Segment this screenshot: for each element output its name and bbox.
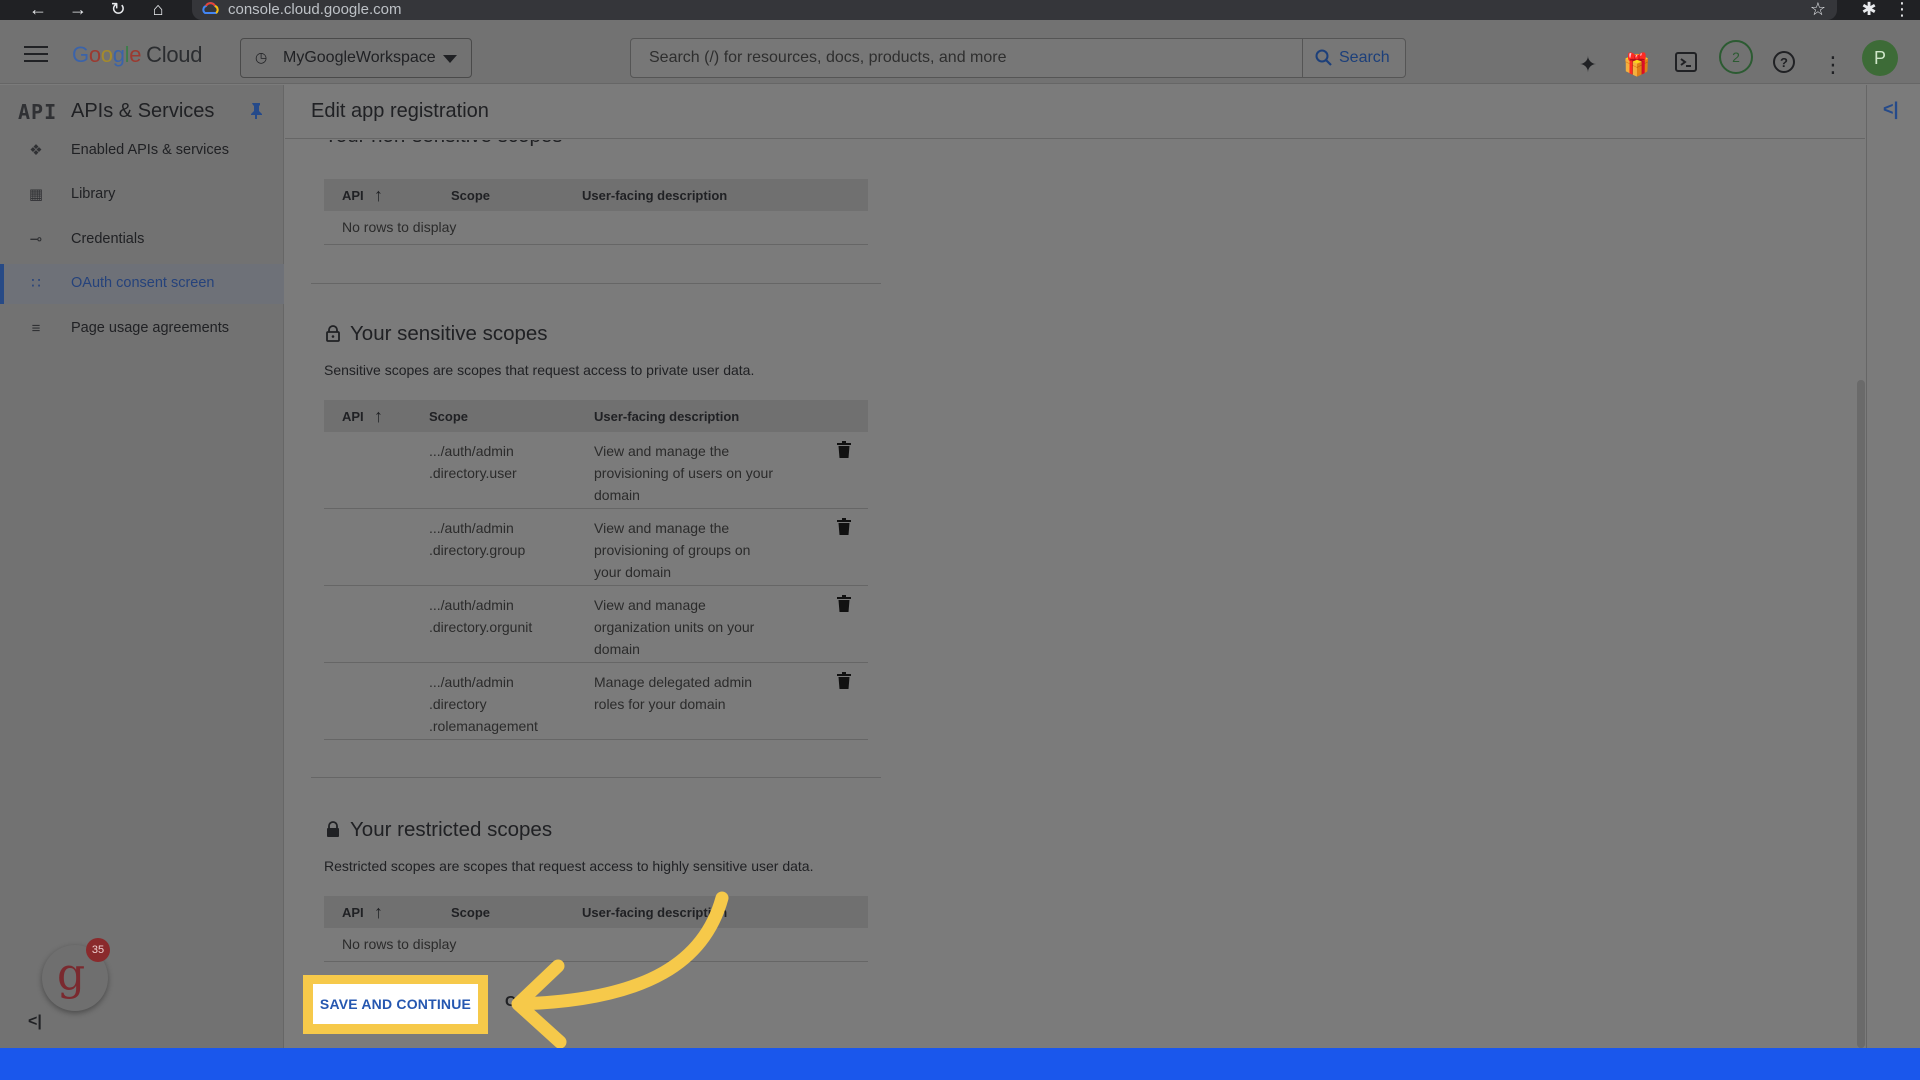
lock-open-outline-icon: [326, 325, 340, 342]
scrollbar-thumb[interactable]: [1857, 380, 1865, 1048]
bottom-blue-bar: [0, 1048, 1920, 1080]
table-row: .../auth/admin .directory.group View and …: [324, 509, 868, 586]
account-avatar[interactable]: P: [1862, 40, 1898, 76]
delete-trash-icon[interactable]: [837, 518, 851, 536]
delete-trash-icon[interactable]: [837, 672, 851, 690]
expand-panel-icon[interactable]: <|: [1883, 99, 1899, 120]
gift-icon[interactable]: 🎁: [1622, 50, 1652, 80]
help-icon[interactable]: ?: [1769, 50, 1799, 80]
lock-icon: [327, 821, 339, 837]
cloud-shell-terminal-icon[interactable]: [1671, 50, 1701, 80]
project-name: MyGoogleWorkspace: [283, 49, 436, 66]
save-and-continue-button[interactable]: SAVE AND CONTINUE: [313, 984, 478, 1024]
sidebar-title: APIs & Services: [71, 100, 215, 122]
restricted-heading: Your restricted scopes: [350, 818, 553, 841]
bookmark-star-icon[interactable]: ☆: [1806, 0, 1830, 20]
sidebar-item-library[interactable]: ▦ Library: [0, 175, 284, 215]
delete-trash-icon[interactable]: [837, 441, 851, 459]
url-text: console.cloud.google.com: [228, 1, 402, 18]
home-icon[interactable]: ⌂: [146, 0, 170, 20]
sensitive-heading: Your sensitive scopes: [350, 322, 548, 345]
tutorial-arrow-icon: [511, 891, 729, 1049]
dots-grid-icon: ∷: [31, 275, 41, 292]
gemini-sparkle-icon[interactable]: ✦: [1573, 50, 1603, 80]
library-grid-icon: ▦: [28, 186, 44, 203]
key-icon: ⊸: [29, 231, 43, 248]
table-header: API ↑ Scope User-facing description: [324, 179, 868, 211]
search-bar: Search: [630, 38, 1406, 78]
sensitive-scopes-table: API ↑ Scope User-facing description .../…: [324, 400, 868, 740]
browser-menu-icon[interactable]: ⋮: [1890, 0, 1914, 20]
guide-logo-icon: g: [57, 949, 86, 1000]
restricted-description: Restricted scopes are scopes that reques…: [324, 858, 814, 874]
table-header: API ↑ Scope User-facing description: [324, 400, 868, 432]
search-button[interactable]: Search: [1302, 39, 1405, 77]
page-header: Edit app registration: [285, 85, 1865, 139]
guide-assistant-launcher[interactable]: g 35: [42, 938, 110, 1011]
table-row: .../auth/admin .directory.user View and m…: [324, 432, 868, 509]
page-title: Edit app registration: [311, 100, 489, 122]
pin-icon[interactable]: [249, 102, 263, 120]
sidebar-item-enabled-apis[interactable]: ❖ Enabled APIs & services: [0, 131, 284, 171]
settings-list-icon: ≡: [31, 320, 41, 337]
project-picker[interactable]: ◷ MyGoogleWorkspace: [240, 38, 472, 78]
main-menu-icon[interactable]: [24, 46, 48, 67]
chevron-down-icon: [443, 55, 457, 63]
table-row: .../auth/admin .directory .rolemanagement …: [324, 663, 868, 740]
api-logo-icon: API: [18, 100, 58, 124]
section-divider: [311, 777, 881, 778]
right-panel-rail: <|: [1866, 85, 1920, 1048]
address-bar[interactable]: console.cloud.google.com: [192, 0, 1837, 20]
forward-icon[interactable]: →: [66, 0, 90, 20]
sort-ascending-icon[interactable]: ↑: [374, 185, 383, 206]
notifications-badge[interactable]: 2: [1719, 40, 1753, 74]
search-input[interactable]: [631, 39, 1302, 77]
google-cloud-logo[interactable]: Google Cloud: [72, 42, 202, 68]
more-options-icon[interactable]: ⋮: [1818, 50, 1848, 80]
project-tree-icon: ◷: [255, 49, 268, 65]
svg-text:?: ?: [1780, 55, 1788, 70]
guide-count-badge: 35: [86, 938, 110, 962]
reload-icon[interactable]: ↻: [106, 0, 130, 20]
sidebar-item-page-usage-agreements[interactable]: ≡ Page usage agreements: [0, 309, 284, 349]
table-row: .../auth/admin .directory.orgunit View an…: [324, 586, 868, 663]
delete-trash-icon[interactable]: [837, 595, 851, 613]
sort-ascending-icon[interactable]: ↑: [374, 902, 383, 923]
non-sensitive-table: API ↑ Scope User-facing description No r…: [324, 179, 868, 245]
sidebar-item-oauth-consent-screen[interactable]: ∷ OAuth consent screen: [0, 264, 284, 304]
sort-ascending-icon[interactable]: ↑: [374, 406, 383, 427]
empty-table-message: No rows to display: [324, 211, 868, 245]
non-sensitive-heading: Your non-sensitive scopes: [324, 140, 563, 148]
section-divider: [311, 283, 881, 284]
sensitive-description: Sensitive scopes are scopes that request…: [324, 362, 755, 378]
collapse-sidebar-icon[interactable]: <|: [28, 1013, 42, 1031]
sidebar-item-credentials[interactable]: ⊸ Credentials: [0, 220, 284, 260]
google-cloud-favicon-icon: [202, 2, 219, 14]
search-icon: [1315, 49, 1332, 66]
extensions-icon[interactable]: ✱: [1857, 0, 1881, 20]
browser-toolbar: ← → ↻ ⌂ console.cloud.google.com ☆ ✱ ⋮: [0, 0, 1920, 20]
left-nav: API APIs & Services ❖ Enabled APIs & ser…: [0, 85, 284, 1048]
back-icon[interactable]: ←: [26, 0, 50, 20]
console-header: GoogleCloud ◷ MyGoogleWorkspace Search ✦…: [0, 20, 1920, 84]
diamond-grid-icon: ❖: [29, 142, 43, 159]
